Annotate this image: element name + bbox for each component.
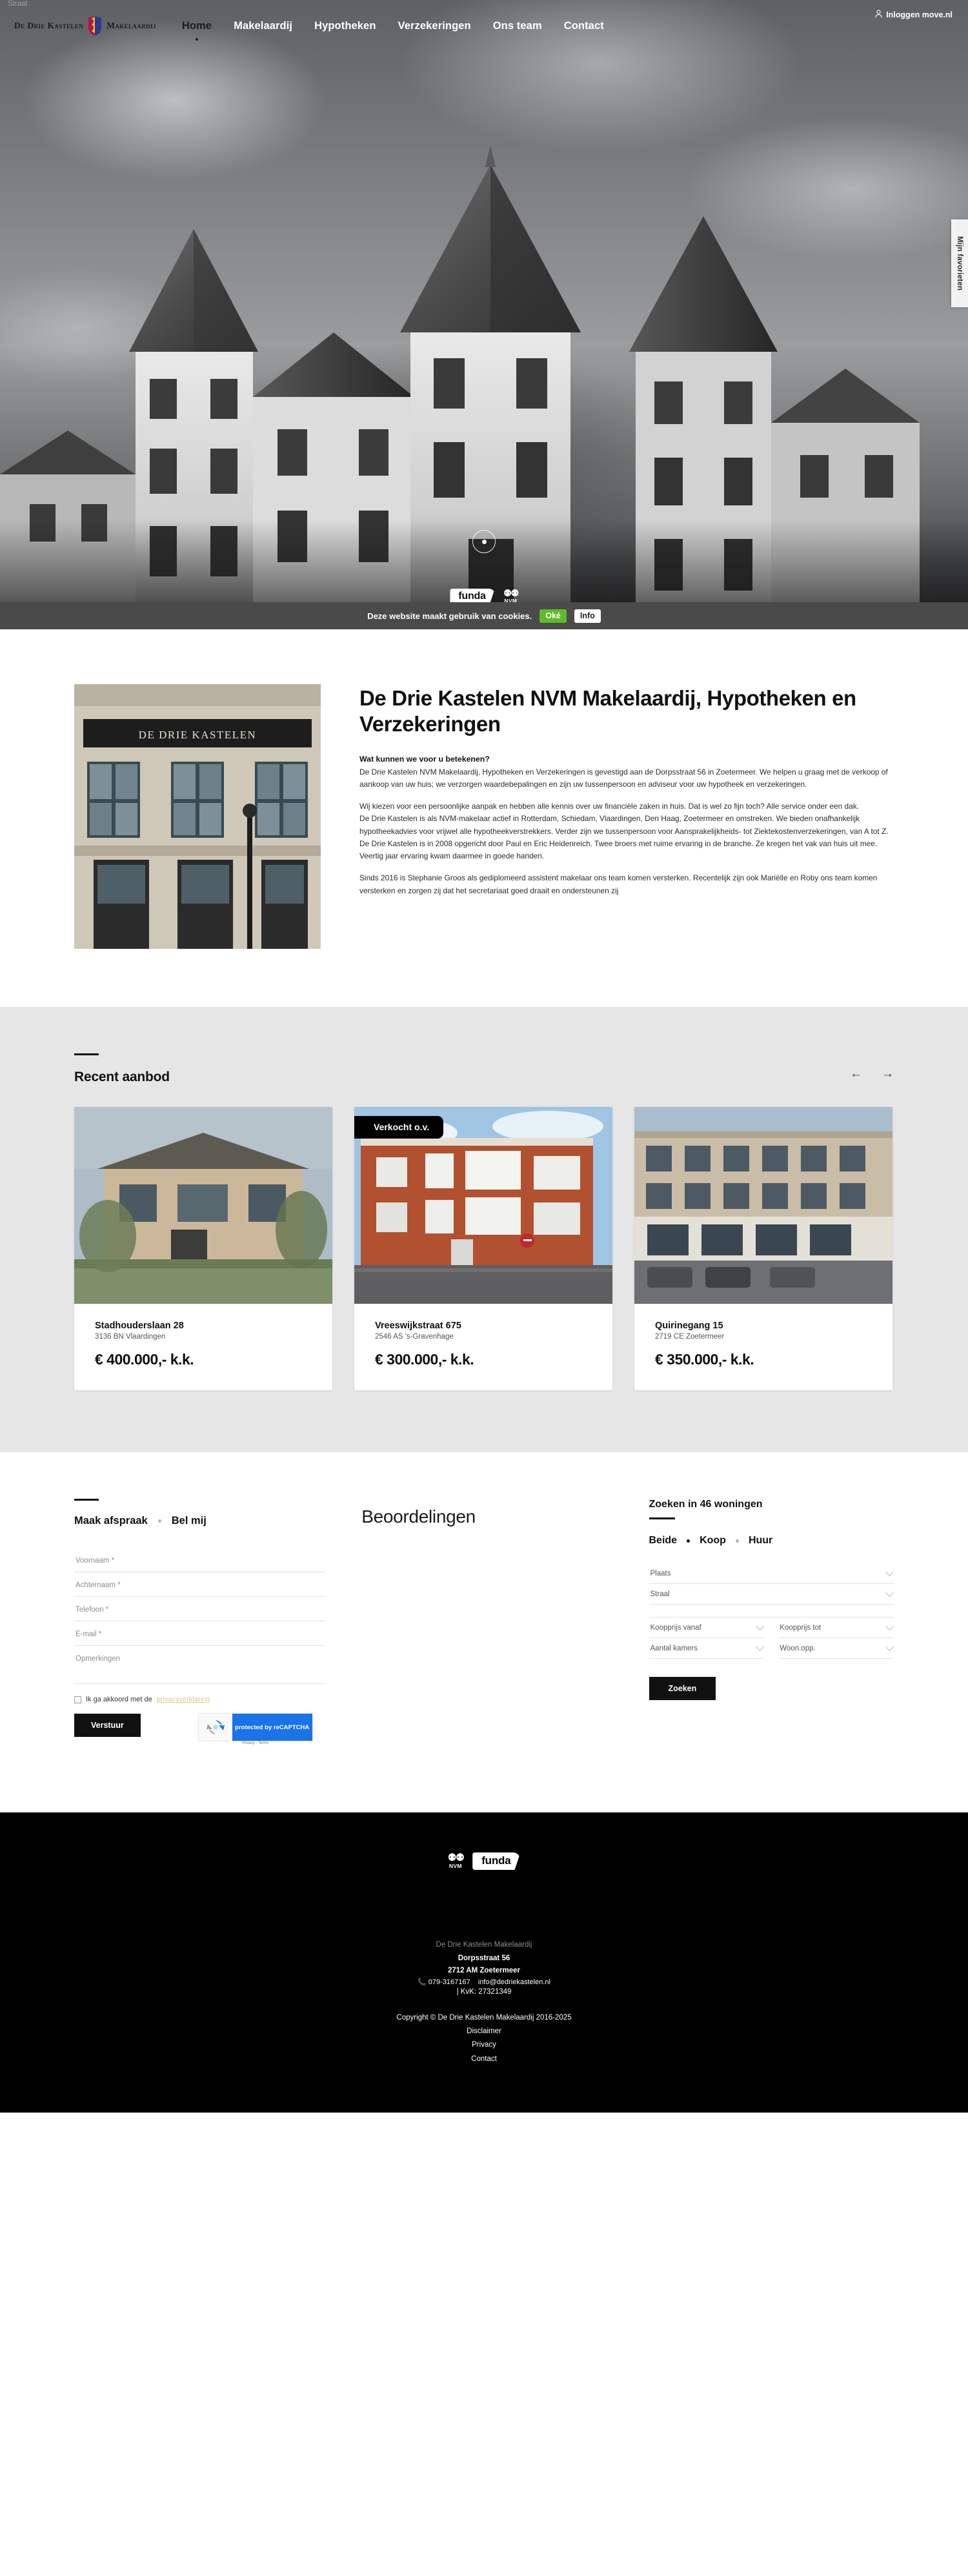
straat-placeholder: Straat [8,0,28,8]
nav-link-ons-team[interactable]: Ons team [493,20,542,32]
scroll-dot-inner [481,539,487,544]
login-button[interactable]: Inloggen move.nl [875,10,953,20]
nav-link-makelaardij[interactable]: Makelaardij [234,20,292,32]
cookie-banner: Deze website maakt gebruik van cookies. … [0,602,968,629]
logo-text-left: De Drie Kastelen [14,21,84,30]
nvm-mark-icon: ⚉⚉ [503,588,519,599]
nav-link-verzekeringen[interactable]: Verzekeringen [398,20,471,32]
favorites-tab[interactable]: Mijn favorieten [951,219,968,308]
status-badge: Verkocht o.v. [354,1116,444,1139]
bottom-section: Maak afspraak Bel mij Voornaam * Achtern… [0,0,968,1812]
scroll-down-button[interactable] [472,530,496,553]
cookie-info-button[interactable]: Info [574,609,601,623]
site-logo[interactable]: De Drie Kastelen Makelaardij [14,16,156,35]
nav-links: Home Makelaardij Hypotheken Verzekeringe… [182,20,604,32]
nav-link-contact[interactable]: Contact [564,20,604,32]
cookie-accept-button[interactable]: Oké [539,609,567,623]
input-straat[interactable]: Straat [8,0,894,1618]
user-icon [875,10,882,20]
page-root: De Drie Kastelen Makelaardij Home Makela… [0,0,968,2113]
nav-link-hypotheken[interactable]: Hypotheken [314,20,376,32]
nav-link-home[interactable]: Home [182,20,212,32]
search-column: Zoeken in 46 woningen Beide Koop Huur Pl… [8,0,894,1745]
shield-icon [86,16,103,35]
cookie-message: Deze website maakt gebruik van cookies. [367,611,532,621]
logo-text-right: Makelaardij [106,21,156,30]
main-navigation: De Drie Kastelen Makelaardij Home Makela… [0,0,968,52]
footer-funda-logo[interactable]: funda [472,1852,521,1870]
login-label: Inloggen move.nl [886,10,953,19]
